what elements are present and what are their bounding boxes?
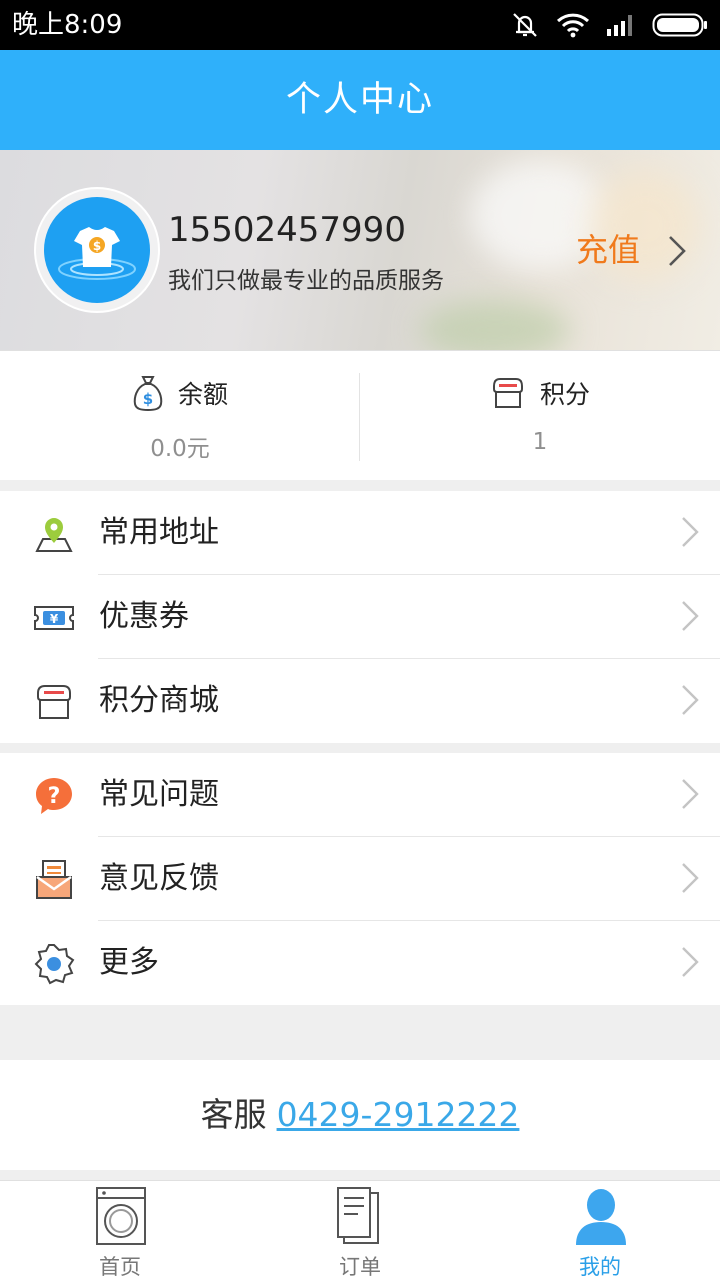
tshirt-logo-icon: $ [58,227,136,280]
gear-icon [34,944,75,985]
signal-icon [607,15,632,36]
money-bag-icon: $ [133,376,163,412]
menu-label: 常用地址 [99,515,219,550]
app-header: 个人中心 [0,50,720,150]
balance-header: $ 余额 [0,373,360,413]
chevron-right-icon[interactable] [666,234,688,268]
menu-item-points-mall[interactable]: 积分商城 [0,659,720,743]
status-bar: 晚上8:09 [0,0,720,50]
tab-label: 首页 [99,1255,141,1279]
tab-home[interactable]: 首页 [0,1181,240,1280]
menu-label: 优惠券 [99,599,189,634]
menu-item-feedback[interactable]: 意见反馈 [0,837,720,921]
chevron-right-icon [682,517,699,547]
menu-item-address[interactable]: 常用地址 [0,491,720,575]
menu-label: 意见反馈 [99,861,219,896]
menu-label: 积分商城 [99,683,219,718]
status-icons [510,10,708,40]
chevron-right-icon [682,779,699,809]
avatar[interactable]: $ [34,187,160,313]
menu-group-help: ? 常见问题 意见反馈 更多 [0,753,720,1005]
customer-service-line: 客服 0429-2912222 [0,1060,720,1170]
tab-me[interactable]: 我的 [480,1181,720,1280]
status-time: 晚上8:09 [12,10,123,40]
svg-text:$: $ [143,390,153,408]
points-stat[interactable]: 积分 1 [360,351,720,481]
chevron-right-icon [682,863,699,893]
page-title: 个人中心 [285,80,434,120]
customer-service-bar: 客服 0429-2912222 [0,1060,720,1170]
menu-item-faq[interactable]: ? 常见问题 [0,753,720,837]
avatar-image: $ [44,197,150,303]
feedback-icon [36,860,72,899]
menu-item-more[interactable]: 更多 [0,921,720,1005]
washing-machine-icon [96,1187,146,1245]
menu-label: 常见问题 [99,777,219,812]
wifi-icon [556,13,590,38]
location-icon [35,518,73,552]
balance-value: 0.0元 [150,436,210,462]
chevron-right-icon [682,947,699,977]
user-phone: 15502457990 [168,210,406,250]
menu-group-account: 常用地址 ¥ 优惠券 积分商城 [0,491,720,743]
chevron-right-icon [682,601,699,631]
chevron-right-icon [682,685,699,715]
bottom-nav: 首页 订单 我的 [0,1180,720,1280]
tab-orders[interactable]: 订单 [240,1181,480,1280]
customer-service-label: 客服 [200,1095,267,1134]
balance-stat[interactable]: $ 余额 0.0元 [0,351,360,481]
recharge-button[interactable]: 充值 [576,227,640,273]
points-label: 积分 [539,380,590,409]
battery-icon [652,13,707,37]
points-value: 1 [532,429,548,455]
svg-text:$: $ [93,239,101,253]
svg-text:?: ? [48,784,61,809]
coupon-icon: ¥ [34,606,74,630]
mute-icon [513,13,537,37]
stats-row: $ 余额 0.0元 积分 1 [0,350,720,480]
svg-text:¥: ¥ [50,612,59,626]
order-document-icon [337,1187,379,1244]
tab-label: 我的 [579,1255,621,1279]
user-icon [576,1189,626,1245]
menu-item-coupon[interactable]: ¥ 优惠券 [0,575,720,659]
shop-icon [492,378,523,408]
banner-decoration [420,300,570,350]
question-icon: ? [36,778,72,814]
menu-label: 更多 [99,945,159,980]
profile-slogan: 我们只做最专业的品质服务 [168,268,444,294]
points-mall-icon [37,685,71,719]
tab-label: 订单 [339,1255,381,1279]
balance-label: 余额 [177,380,228,409]
points-header: 积分 [360,373,720,413]
customer-service-phone-link[interactable]: 0429-2912222 [277,1095,520,1134]
